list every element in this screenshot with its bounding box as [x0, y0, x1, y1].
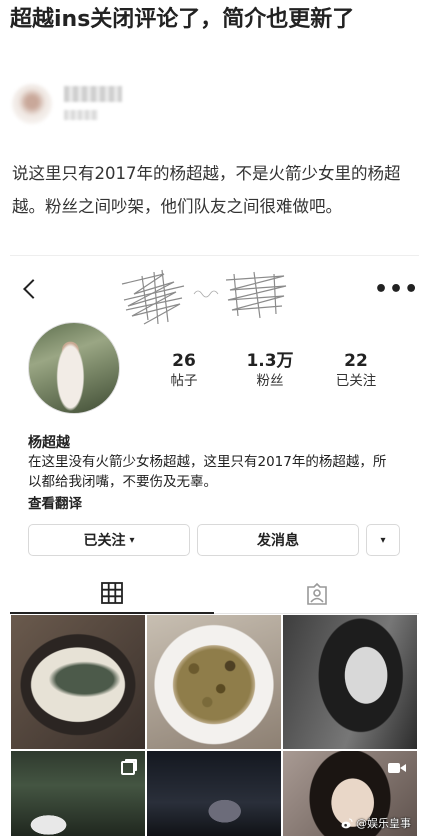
- tab-grid[interactable]: [10, 574, 214, 614]
- author-row[interactable]: [12, 80, 212, 126]
- tagged-user-icon: [306, 582, 327, 605]
- stat-following-value: 22: [344, 351, 368, 371]
- stat-posts-value: 26: [172, 351, 196, 371]
- watermark-text: @娱乐皇事: [356, 817, 411, 830]
- tab-tagged[interactable]: [214, 574, 419, 614]
- stat-following[interactable]: 22 已关注: [316, 350, 396, 390]
- video-icon: [388, 763, 406, 773]
- stat-posts[interactable]: 26 帖子: [144, 350, 224, 390]
- back-chevron-icon[interactable]: [23, 279, 43, 299]
- profile-avatar[interactable]: [28, 322, 120, 414]
- chevron-down-icon: ▾: [380, 534, 386, 546]
- post-thumbnail[interactable]: @娱乐皇事: [283, 751, 417, 836]
- message-button-label: 发消息: [257, 533, 299, 549]
- stat-posts-label: 帖子: [170, 373, 198, 389]
- stat-following-label: 已关注: [335, 373, 377, 389]
- post-thumbnail[interactable]: [283, 615, 417, 749]
- stat-followers-label: 粉丝: [256, 373, 284, 389]
- author-name-blurred: [64, 86, 122, 102]
- embedded-profile-screenshot: ••• 26 帖子 1.3万 粉丝 22 已关注 杨超越 在这里没有火箭少女杨超…: [10, 255, 419, 836]
- stat-followers-value: 1.3万: [246, 351, 294, 371]
- stat-followers[interactable]: 1.3万 粉丝: [230, 350, 310, 390]
- suggested-dropdown-button[interactable]: ▾: [366, 524, 400, 556]
- see-translation-link[interactable]: 查看翻译: [28, 492, 82, 512]
- profile-name: 杨超越: [28, 435, 70, 451]
- article-title: 超越ins关闭评论了，简介也更新了: [10, 7, 355, 32]
- following-button[interactable]: 已关注 ▾: [28, 524, 190, 556]
- post-thumbnail[interactable]: [11, 751, 145, 836]
- more-options-icon[interactable]: •••: [374, 279, 419, 301]
- grid-icon: [101, 582, 123, 604]
- post-thumbnail[interactable]: [11, 615, 145, 749]
- scribbled-username: [121, 269, 287, 325]
- article-body: 说这里只有2017年的杨超越，不是火箭少女里的杨超越。粉丝之间吵架，他们队友之间…: [12, 164, 401, 216]
- message-button[interactable]: 发消息: [197, 524, 359, 556]
- author-meta-blurred: [64, 110, 98, 120]
- chevron-down-icon: ▾: [129, 534, 135, 546]
- following-button-label: 已关注: [83, 533, 126, 549]
- weibo-watermark: @娱乐皇事: [341, 815, 411, 831]
- weibo-logo-icon: [341, 818, 353, 828]
- post-thumbnail[interactable]: [147, 615, 281, 749]
- post-thumbnail[interactable]: [147, 751, 281, 836]
- profile-bio: 在这里没有火箭少女杨超越，这里只有2017年的杨超越，所以都给我闭嘴，不要伤及无…: [28, 454, 387, 490]
- multiple-photos-icon: [121, 761, 135, 775]
- profile-tabs: [10, 574, 419, 614]
- author-avatar[interactable]: [12, 84, 52, 124]
